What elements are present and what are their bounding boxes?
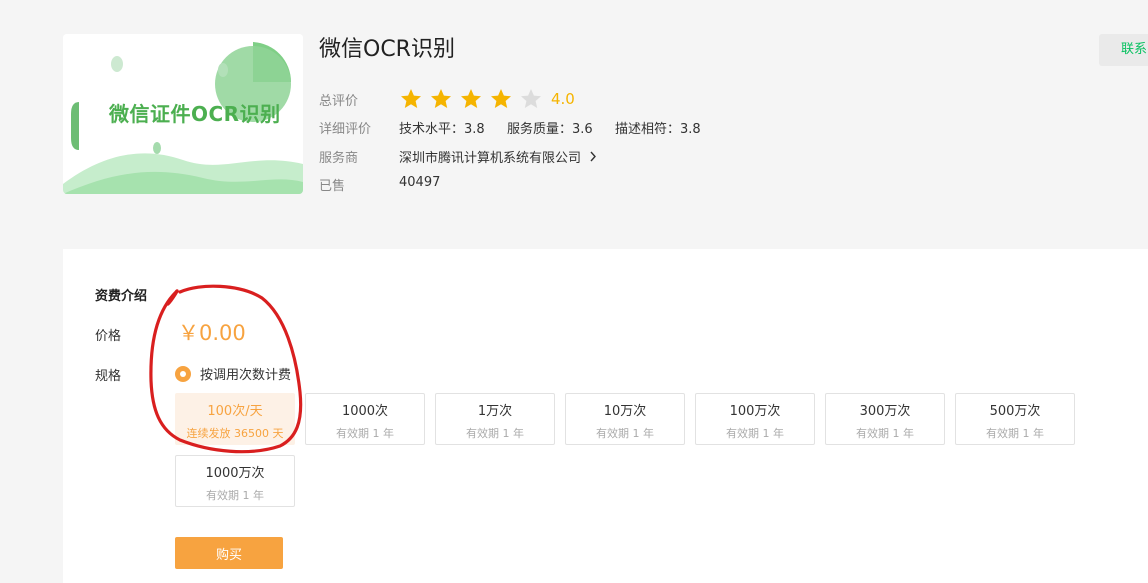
package-option[interactable]: 1000次有效期 1 年 — [305, 393, 425, 445]
price-value: ￥0.00 — [178, 321, 246, 345]
star-filled-icon — [429, 87, 453, 111]
price-label: 价格 — [95, 329, 122, 344]
package-option-title: 100次/天 — [207, 404, 263, 419]
package-option-title: 300万次 — [859, 404, 911, 419]
package-option-title: 1000万次 — [205, 466, 265, 481]
package-option-subtitle: 有效期 1 年 — [856, 427, 914, 440]
pricing-panel: 资费介绍 价格 ￥0.00 规格 按调用次数计费 100次/天连续发放 3650… — [63, 249, 1148, 583]
package-option[interactable]: 100次/天连续发放 36500 天 — [175, 393, 295, 445]
provider-name[interactable]: 深圳市腾讯计算机系统有限公司 — [399, 151, 581, 166]
star-empty-icon — [519, 87, 543, 111]
package-option[interactable]: 100万次有效期 1 年 — [695, 393, 815, 445]
section-title: 资费介绍 — [95, 289, 148, 304]
overall-rating-row: 总评价 4.0 — [319, 87, 719, 111]
package-option-subtitle: 有效期 1 年 — [336, 427, 394, 440]
service-score: 服务质量：3.6 — [506, 122, 593, 137]
detail-rating-values: 技术水平：3.8 服务质量：3.6 描述相符：3.8 — [399, 118, 701, 137]
star-filled-icon — [399, 87, 423, 111]
tech-score: 技术水平：3.8 — [399, 122, 485, 137]
product-info: 微信OCR识别 总评价 4.0 详细评价 技术水平：3.8 服务质量：3.6 描… — [319, 34, 701, 194]
package-option-subtitle: 有效期 1 年 — [726, 427, 784, 440]
package-option-subtitle: 连续发放 36500 天 — [186, 427, 284, 440]
package-option-title: 1000次 — [341, 404, 389, 419]
package-option-subtitle: 有效期 1 年 — [466, 427, 524, 440]
star-filled-icon — [459, 87, 483, 111]
package-option-subtitle: 有效期 1 年 — [206, 489, 264, 502]
provider-link[interactable]: 深圳市腾讯计算机系统有限公司 — [399, 147, 597, 166]
package-option-title: 500万次 — [989, 404, 1041, 419]
description-score: 描述相符：3.8 — [614, 122, 701, 137]
package-option[interactable]: 1000万次 有效期 1 年 — [175, 455, 295, 507]
detail-rating-label: 详细评价 — [319, 122, 372, 137]
rating-stars: 4.0 — [399, 87, 575, 111]
package-option[interactable]: 1万次有效期 1 年 — [435, 393, 555, 445]
sold-count: 40497 — [399, 175, 441, 190]
billing-mode-label: 按调用次数计费 — [200, 368, 292, 383]
product-title: 微信OCR识别 — [319, 37, 455, 62]
contact-button[interactable]: 联系 — [1099, 34, 1148, 66]
package-option[interactable]: 300万次有效期 1 年 — [825, 393, 945, 445]
thumbnail-caption: 微信证件OCR识别 — [109, 102, 281, 126]
rating-score: 4.0 — [551, 90, 575, 108]
star-filled-icon — [489, 87, 513, 111]
product-thumbnail: 微信证件OCR识别 — [63, 34, 303, 194]
buy-button[interactable]: 购买 — [175, 537, 283, 569]
provider-label: 服务商 — [319, 151, 359, 166]
billing-mode-radio[interactable]: 按调用次数计费 — [175, 364, 291, 383]
package-option-subtitle: 有效期 1 年 — [986, 427, 1044, 440]
package-option-title: 100万次 — [729, 404, 781, 419]
sold-label: 已售 — [319, 179, 346, 194]
sold-row: 已售 40497 — [319, 175, 619, 195]
chevron-right-icon — [589, 151, 597, 166]
overall-rating-label: 总评价 — [319, 94, 359, 109]
package-option[interactable]: 500万次有效期 1 年 — [955, 393, 1075, 445]
package-option-title: 1万次 — [477, 404, 513, 419]
detail-rating-row: 详细评价 技术水平：3.8 服务质量：3.6 描述相符：3.8 — [319, 118, 739, 138]
radio-selected-icon[interactable] — [175, 365, 191, 382]
spec-label: 规格 — [95, 369, 122, 384]
provider-row: 服务商 深圳市腾讯计算机系统有限公司 — [319, 147, 739, 167]
package-option-subtitle: 有效期 1 年 — [596, 427, 654, 440]
package-option-title: 10万次 — [603, 404, 647, 419]
package-option[interactable]: 10万次有效期 1 年 — [565, 393, 685, 445]
